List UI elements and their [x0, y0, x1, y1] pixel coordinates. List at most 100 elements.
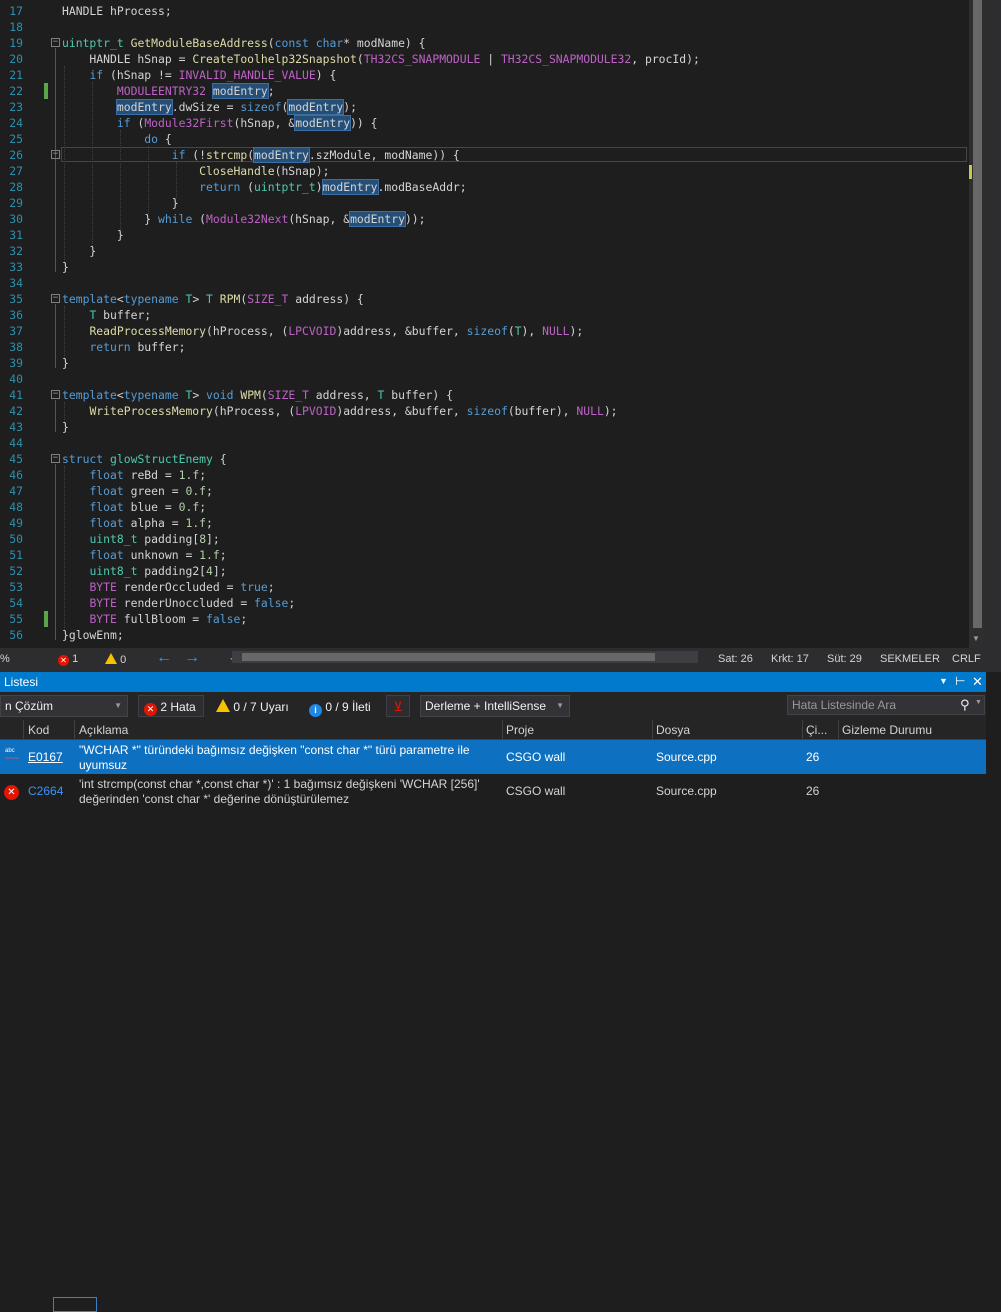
code-line[interactable]: 52 uint8_t padding2[4]; [0, 563, 986, 579]
code-text[interactable]: } while (Module32Next(hSnap, &modEntry))… [62, 211, 426, 227]
close-icon[interactable]: ✕ [972, 674, 983, 690]
code-text[interactable]: } [62, 195, 179, 211]
code-line[interactable]: 41 template<typename T> void WPM(SIZE_T a… [0, 387, 986, 403]
code-text[interactable]: uint8_t padding[8]; [62, 531, 219, 547]
code-text[interactable]: ReadProcessMemory(hProcess, (LPCVOID)add… [62, 323, 583, 339]
code-line[interactable]: 28 return (uintptr_t)modEntry.modBaseAdd… [0, 179, 986, 195]
code-line[interactable]: 25 do { [0, 131, 986, 147]
column-file[interactable]: Dosya [656, 723, 690, 737]
code-line[interactable]: 50 uint8_t padding[8]; [0, 531, 986, 547]
column-code[interactable]: Kod [28, 723, 49, 737]
code-text[interactable]: } [62, 243, 96, 259]
code-text[interactable]: float green = 0.f; [62, 483, 212, 499]
column-divider[interactable] [802, 720, 803, 740]
code-line[interactable]: 29 } [0, 195, 986, 211]
column-divider[interactable] [838, 720, 839, 740]
code-line[interactable]: 46 float reBd = 1.f; [0, 467, 986, 483]
code-line[interactable]: 36 T buffer; [0, 307, 986, 323]
code-line[interactable]: 32 } [0, 243, 986, 259]
code-line[interactable]: 55 BYTE fullBloom = false; [0, 611, 986, 627]
code-text[interactable]: return buffer; [62, 339, 185, 355]
column-divider[interactable] [23, 720, 24, 740]
column-project[interactable]: Proje [506, 723, 534, 737]
code-line[interactable]: 35 template<typename T> T RPM(SIZE_T addr… [0, 291, 986, 307]
code-text[interactable]: } [62, 355, 69, 371]
code-text[interactable]: if (!strcmp(modEntry.szModule, modName))… [62, 147, 460, 163]
code-text[interactable]: uintptr_t GetModuleBaseAddress(const cha… [62, 35, 426, 51]
code-text[interactable]: if (hSnap != INVALID_HANDLE_VALUE) { [62, 67, 336, 83]
column-description[interactable]: Açıklama [79, 723, 128, 737]
code-text[interactable]: struct glowStructEnemy { [62, 451, 227, 467]
navigate-forward-icon[interactable]: → [184, 649, 200, 667]
code-line[interactable]: 19 uintptr_t GetModuleBaseAddress(const c… [0, 35, 986, 51]
code-text[interactable]: HANDLE hSnap = CreateToolhelp32Snapshot(… [62, 51, 699, 67]
code-text[interactable]: T buffer; [62, 307, 151, 323]
code-text[interactable]: template<typename T> T RPM(SIZE_T addres… [62, 291, 364, 307]
code-line[interactable]: 30 } while (Module32Next(hSnap, &modEntr… [0, 211, 986, 227]
column-suppression[interactable]: Gizleme Durumu [842, 723, 932, 737]
errors-filter-button[interactable]: ✕ 2 Hata [138, 695, 204, 717]
code-line[interactable]: 23 modEntry.dwSize = sizeof(modEntry); [0, 99, 986, 115]
code-text[interactable]: return (uintptr_t)modEntry.modBaseAddr; [62, 179, 467, 195]
warning-count[interactable]: 0 [105, 653, 126, 666]
code-line[interactable]: 37 ReadProcessMemory(hProcess, (LPCVOID)… [0, 323, 986, 339]
code-line[interactable]: 47 float green = 0.f; [0, 483, 986, 499]
error-row[interactable]: ✕ C2664 'int strcmp(const char *,const c… [0, 774, 986, 808]
code-text[interactable]: uint8_t padding2[4]; [62, 563, 226, 579]
code-line[interactable]: 34 [0, 275, 986, 291]
code-line[interactable]: 51 float unknown = 1.f; [0, 547, 986, 563]
code-line[interactable]: 56}glowEnm; [0, 627, 986, 643]
code-line[interactable]: 24 if (Module32First(hSnap, &modEntry)) … [0, 115, 986, 131]
code-text[interactable]: do { [62, 131, 171, 147]
column-divider[interactable] [652, 720, 653, 740]
code-line[interactable]: 40 [0, 371, 986, 387]
error-count-button[interactable] [53, 1297, 97, 1312]
code-text[interactable]: } [62, 227, 124, 243]
code-text[interactable]: float reBd = 1.f; [62, 467, 206, 483]
code-line[interactable]: 21 if (hSnap != INVALID_HANDLE_VALUE) { [0, 67, 986, 83]
code-line[interactable]: 26 if (!strcmp(modEntry.szModule, modNam… [0, 147, 986, 163]
code-line[interactable]: 33} [0, 259, 986, 275]
error-count[interactable]: ✕ 1 [58, 653, 78, 666]
code-text[interactable]: if (Module32First(hSnap, &modEntry)) { [62, 115, 378, 131]
code-text[interactable]: float unknown = 1.f; [62, 547, 226, 563]
code-text[interactable]: float alpha = 1.f; [62, 515, 212, 531]
code-line[interactable]: 39} [0, 355, 986, 371]
line-ending[interactable]: CRLF [952, 653, 981, 665]
column-divider[interactable] [74, 720, 75, 740]
code-text[interactable]: WriteProcessMemory(hProcess, (LPVOID)add… [62, 403, 617, 419]
code-text[interactable]: }glowEnm; [62, 627, 124, 643]
code-line[interactable]: 44 [0, 435, 986, 451]
tabs-mode[interactable]: SEKMELER [880, 653, 940, 665]
zoom-level[interactable]: % [0, 653, 10, 665]
search-icon[interactable]: ⚲ [960, 697, 970, 713]
code-line[interactable]: 43} [0, 419, 986, 435]
error-list-search-input[interactable] [792, 697, 952, 713]
code-text[interactable]: CloseHandle(hSnap); [62, 163, 329, 179]
code-line[interactable]: 49 float alpha = 1.f; [0, 515, 986, 531]
warnings-filter-button[interactable]: 0 / 7 Uyarı [210, 695, 296, 717]
build-filter-dropdown[interactable]: Derleme + IntelliSense ▼ [420, 695, 570, 717]
code-line[interactable]: 53 BYTE renderOccluded = true; [0, 579, 986, 595]
navigate-back-icon[interactable]: ← [156, 649, 172, 667]
code-line[interactable]: 42 WriteProcessMemory(hProcess, (LPVOID)… [0, 403, 986, 419]
code-text[interactable]: float blue = 0.f; [62, 499, 206, 515]
code-line[interactable]: 48 float blue = 0.f; [0, 499, 986, 515]
vertical-scrollbar-thumb[interactable] [973, 0, 982, 628]
code-line[interactable]: 18 [0, 19, 986, 35]
code-line[interactable]: 22 MODULEENTRY32 modEntry; [0, 83, 986, 99]
code-text[interactable]: } [62, 259, 69, 275]
error-row[interactable]: abc ~~~ E0167 "WCHAR *" türündeki bağımsı… [0, 740, 986, 774]
scope-dropdown[interactable]: n Çözüm ▼ [0, 695, 128, 717]
code-line[interactable]: 38 return buffer; [0, 339, 986, 355]
code-text[interactable]: MODULEENTRY32 modEntry; [62, 83, 275, 99]
messages-filter-button[interactable]: i 0 / 9 İleti [303, 695, 379, 717]
horizontal-scrollbar-thumb[interactable] [242, 653, 655, 661]
scroll-down-arrow-icon[interactable]: ▼ [972, 634, 980, 643]
code-text[interactable]: modEntry.dwSize = sizeof(modEntry); [62, 99, 357, 115]
code-text[interactable]: BYTE fullBloom = false; [62, 611, 247, 627]
filter-toggle-icon[interactable]: ⊻ [386, 695, 410, 717]
error-code-link[interactable]: C2664 [28, 784, 63, 799]
code-text[interactable]: template<typename T> void WPM(SIZE_T add… [62, 387, 453, 403]
code-line[interactable]: 20 HANDLE hSnap = CreateToolhelp32Snapsh… [0, 51, 986, 67]
